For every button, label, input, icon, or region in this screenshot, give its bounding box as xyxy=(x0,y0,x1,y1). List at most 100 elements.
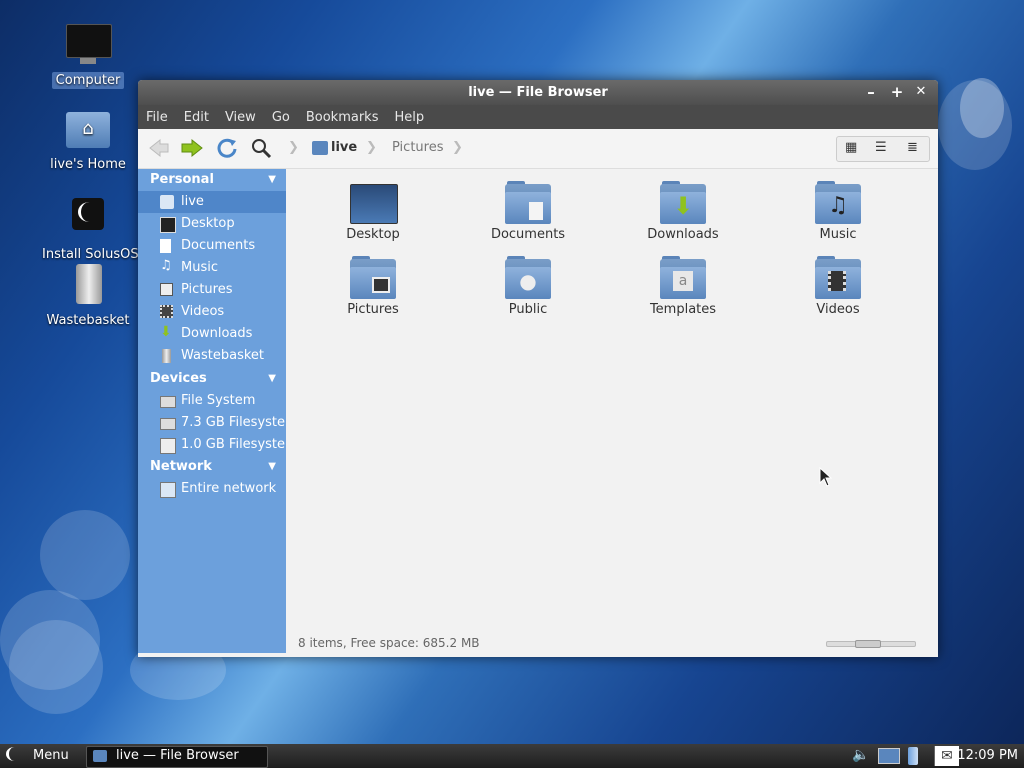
public-folder-icon: ● xyxy=(505,256,551,299)
back-icon[interactable] xyxy=(148,137,170,159)
drive-icon xyxy=(160,438,176,454)
sidebar-item-live[interactable]: live xyxy=(138,191,286,213)
documents-folder-icon xyxy=(505,181,551,224)
file-view: Desktop Documents ⬇ Downloads ♫ Music Pi… xyxy=(286,169,938,653)
mail-icon[interactable]: ✉ xyxy=(934,746,959,766)
icon-view-icon[interactable]: ▦ xyxy=(845,140,857,155)
collapse-arrow-icon[interactable]: ▼ xyxy=(268,368,276,390)
sidebar: Personal ▼ live Desktop Documents ♫ Music … xyxy=(138,169,286,653)
sidebar-item-documents[interactable]: Documents xyxy=(138,235,286,257)
status-text: 8 items, Free space: 685.2 MB xyxy=(298,636,480,650)
taskbar: Menu live — File Browser 🔈 ✉ 12:09 PM xyxy=(0,744,1024,768)
menu-view[interactable]: View xyxy=(217,110,264,125)
network-icon[interactable] xyxy=(878,748,900,764)
toolbar: ❯ live ❯ Pictures ❯ ▦ ☰ ≣ xyxy=(138,129,938,169)
mouse-cursor-icon xyxy=(819,467,833,487)
sidebar-item-label: Videos xyxy=(181,304,225,319)
maximize-button[interactable]: + xyxy=(888,83,906,101)
desktop-icon-label: Install SolusOS xyxy=(42,247,139,262)
desktop-icon-home[interactable]: ⌂ live's Home xyxy=(38,106,138,173)
forward-icon[interactable] xyxy=(180,137,204,159)
folder-templates[interactable]: a Templates xyxy=(623,256,743,317)
sidebar-item-pictures[interactable]: Pictures xyxy=(138,279,286,301)
menu-help[interactable]: Help xyxy=(386,110,432,125)
sidebar-section-devices[interactable]: Devices ▼ xyxy=(138,368,286,390)
menu-edit[interactable]: Edit xyxy=(176,110,217,125)
desktop-icon-wastebasket[interactable]: Wastebasket xyxy=(38,262,138,329)
desktop-folder-icon xyxy=(350,184,398,224)
sidebar-item-volume-7gb[interactable]: 7.3 GB Filesyste... xyxy=(138,412,286,434)
desktop-bubble xyxy=(9,620,103,714)
sidebar-item-desktop[interactable]: Desktop xyxy=(138,213,286,235)
network-icon xyxy=(160,482,176,498)
sidebar-item-label: live xyxy=(181,194,204,209)
sidebar-section-personal[interactable]: Personal ▼ xyxy=(138,169,286,191)
breadcrumb-separator-icon: ❯ xyxy=(288,140,299,155)
sidebar-item-music[interactable]: ♫ Music xyxy=(138,257,286,279)
breadcrumb-live[interactable]: live xyxy=(331,140,357,155)
sidebar-item-label: Wastebasket xyxy=(181,348,265,363)
folder-label: Pictures xyxy=(347,302,399,317)
close-button[interactable]: ✕ xyxy=(912,83,930,101)
breadcrumb-home-icon xyxy=(312,141,328,155)
folder-label: Music xyxy=(819,227,857,242)
desktop-icon-install[interactable]: Install SolusOS xyxy=(38,196,139,263)
sidebar-section-network[interactable]: Network ▼ xyxy=(138,456,286,478)
monitor-icon xyxy=(64,22,112,70)
folder-downloads[interactable]: ⬇ Downloads xyxy=(623,181,743,242)
section-title: Personal xyxy=(150,172,214,187)
start-menu-button[interactable]: Menu xyxy=(6,747,69,763)
sidebar-item-wastebasket[interactable]: Wastebasket xyxy=(138,345,286,367)
pictures-icon xyxy=(160,283,173,296)
folder-documents[interactable]: Documents xyxy=(468,181,588,242)
desktop-icon-label: Wastebasket xyxy=(46,313,130,328)
volume-icon[interactable]: 🔈 xyxy=(852,747,870,765)
sidebar-item-downloads[interactable]: ⬇ Downloads xyxy=(138,323,286,345)
window-titlebar[interactable]: live — File Browser – + ✕ xyxy=(138,80,938,105)
folder-music[interactable]: ♫ Music xyxy=(778,181,898,242)
collapse-arrow-icon[interactable]: ▼ xyxy=(268,456,276,478)
sidebar-item-label: 7.3 GB Filesyste... xyxy=(181,415,286,430)
taskbar-window-button[interactable]: live — File Browser xyxy=(86,746,268,768)
window-title: live — File Browser xyxy=(468,85,608,100)
solus-logo-icon xyxy=(6,747,23,761)
document-icon xyxy=(160,239,171,253)
desktop-icon xyxy=(160,217,176,233)
zoom-slider-handle[interactable] xyxy=(855,640,881,648)
downloads-folder-icon: ⬇ xyxy=(660,181,706,224)
detail-view-icon[interactable]: ≣ xyxy=(907,140,918,155)
clock[interactable]: 12:09 PM xyxy=(957,748,1018,763)
breadcrumb-separator-icon: ❯ xyxy=(452,140,463,155)
folder-desktop[interactable]: Desktop xyxy=(313,184,433,242)
folder-pictures[interactable]: Pictures xyxy=(313,256,433,317)
collapse-arrow-icon[interactable]: ▼ xyxy=(268,169,276,191)
reload-icon[interactable] xyxy=(216,137,238,159)
music-folder-icon: ♫ xyxy=(815,181,861,224)
sidebar-item-label: Downloads xyxy=(181,326,253,341)
folder-label: Downloads xyxy=(647,227,719,242)
desktop-icon-computer[interactable]: Computer xyxy=(38,22,138,89)
battery-icon[interactable] xyxy=(908,747,918,765)
home-folder-icon: ⌂ xyxy=(64,106,112,154)
zoom-slider[interactable] xyxy=(826,640,916,648)
desktop-icon-label: live's Home xyxy=(50,157,126,172)
section-title: Devices xyxy=(150,371,207,386)
list-view-icon[interactable]: ☰ xyxy=(875,140,887,155)
sidebar-item-entire-network[interactable]: Entire network xyxy=(138,478,286,500)
menu-file[interactable]: File xyxy=(138,110,176,125)
desktop-bubble xyxy=(960,78,1004,138)
minimize-button[interactable]: – xyxy=(862,83,880,101)
folder-label: Templates xyxy=(649,302,717,317)
sidebar-item-volume-1gb[interactable]: 1.0 GB Filesyste... xyxy=(138,434,286,456)
breadcrumb-pictures[interactable]: Pictures xyxy=(392,140,443,155)
sidebar-item-videos[interactable]: Videos xyxy=(138,301,286,323)
menu-bar: File Edit View Go Bookmarks Help xyxy=(138,105,938,129)
menu-go[interactable]: Go xyxy=(264,110,298,125)
file-browser-window: live — File Browser – + ✕ File Edit View… xyxy=(138,80,938,657)
folder-videos[interactable]: Videos xyxy=(778,256,898,317)
search-icon[interactable] xyxy=(250,137,272,159)
pictures-folder-icon xyxy=(350,256,396,299)
folder-public[interactable]: ● Public xyxy=(468,256,588,317)
sidebar-item-filesystem[interactable]: File System xyxy=(138,390,286,412)
menu-bookmarks[interactable]: Bookmarks xyxy=(298,110,387,125)
